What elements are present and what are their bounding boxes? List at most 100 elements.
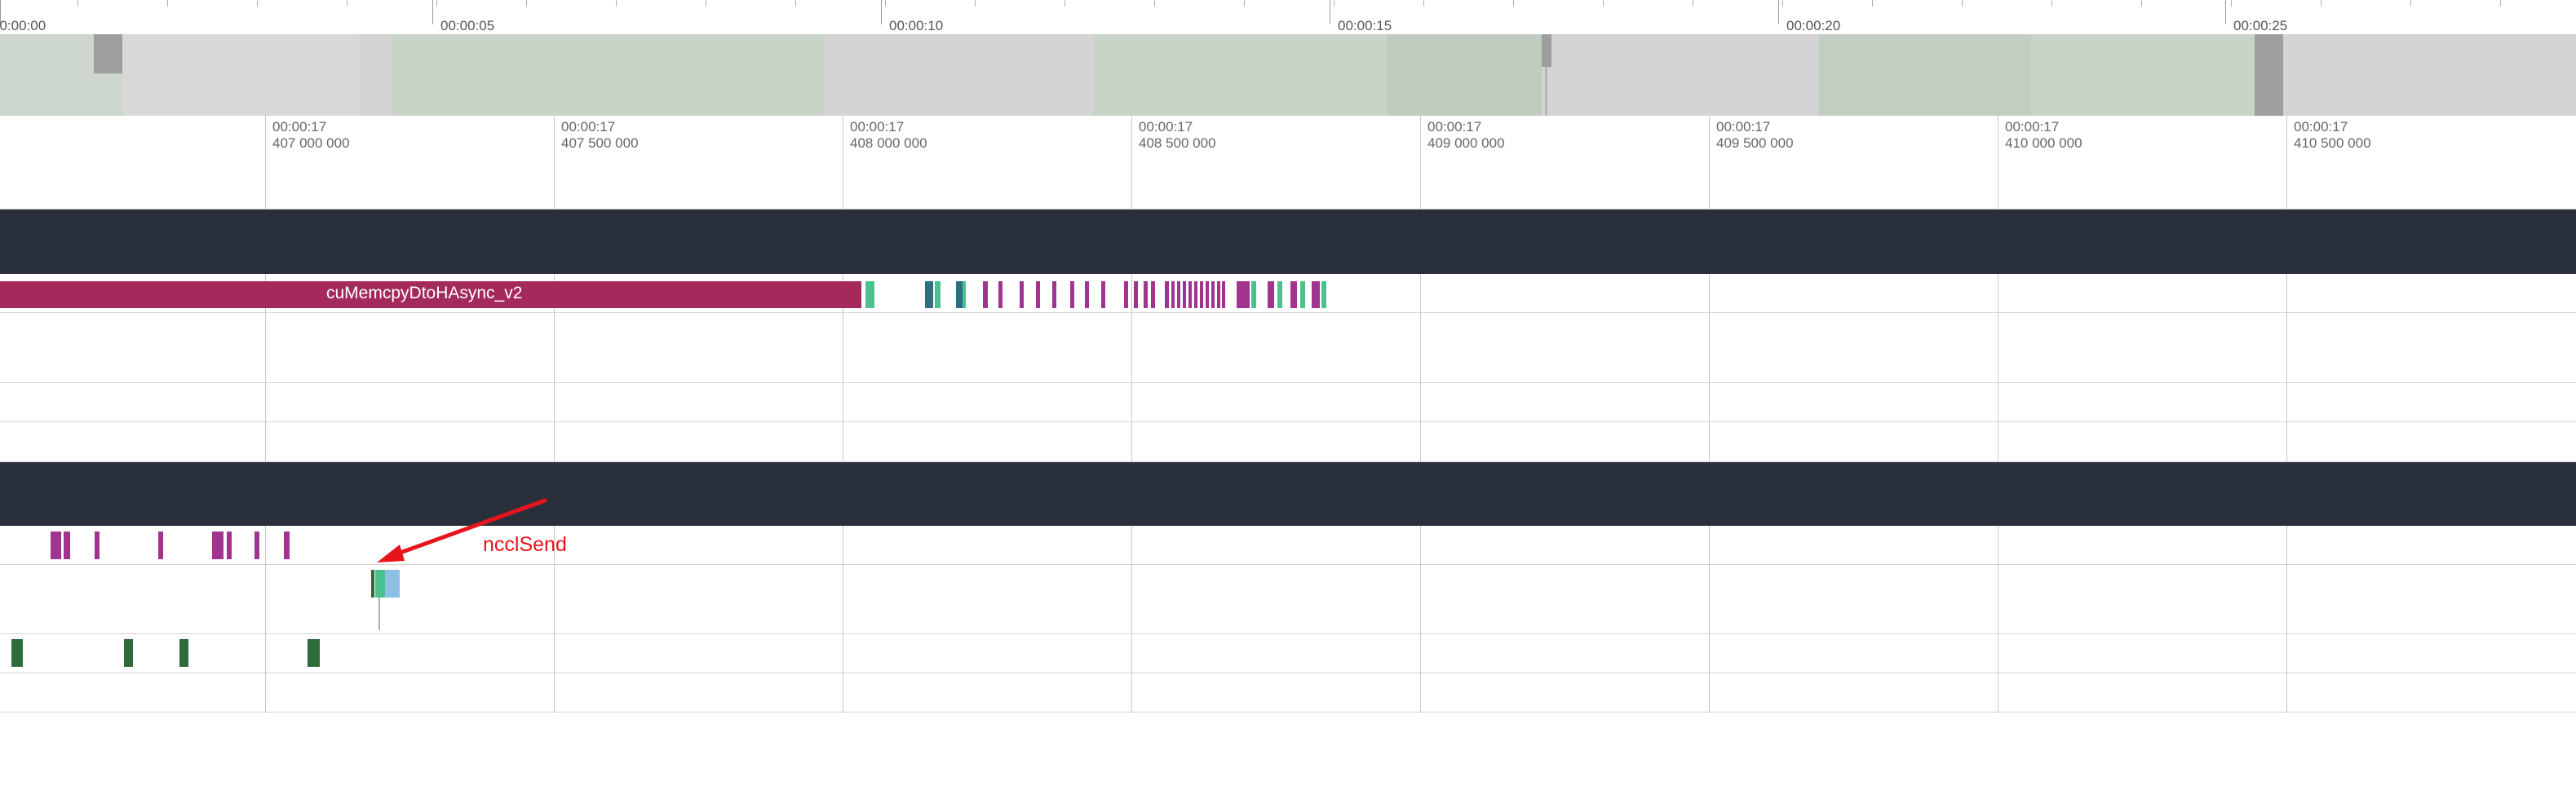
overview-ruler-tick: [885, 0, 886, 7]
cuda-api-event-bar[interactable]: [1312, 281, 1320, 308]
cuda-api-event-bar[interactable]: [963, 281, 966, 308]
cuda-api-event-bar[interactable]: [1151, 281, 1155, 308]
nccl-event-bar[interactable]: [158, 532, 163, 559]
nccl-event-bar[interactable]: [64, 532, 70, 559]
grid-line: [265, 312, 266, 462]
overview-marker: [94, 34, 122, 73]
cuda-api-bar[interactable]: cuMemcpyDtoHAsync_v2: [0, 281, 861, 308]
overview-activity-band: [1387, 34, 1542, 116]
ruler-grid-line: [1420, 116, 1421, 209]
nccl-event-bar[interactable]: [284, 532, 290, 559]
cuda-api-event-bar[interactable]: [1085, 281, 1089, 308]
overview-ruler-tick: [1423, 0, 1424, 7]
cuda-api-event-bar[interactable]: [865, 281, 874, 308]
ruler-grid-line: [1131, 116, 1132, 209]
cuda-api-event-bar[interactable]: [1124, 281, 1128, 308]
overview-ruler-tick: [1154, 0, 1155, 7]
cuda-api-event-bar[interactable]: [1290, 281, 1297, 308]
cuda-api-event-bar[interactable]: [1171, 281, 1175, 308]
nccl-event-bar[interactable]: [227, 532, 232, 559]
cuda-api-event-bar[interactable]: [1020, 281, 1024, 308]
cuda-api-event-bar[interactable]: [1052, 281, 1056, 308]
overview-ruler-major-tick: [432, 0, 433, 24]
cuda-api-event-bar[interactable]: [1268, 281, 1274, 308]
overview-ruler-label: 00:00:20: [1786, 18, 1841, 33]
cuda-api-event-bar[interactable]: [1134, 281, 1138, 308]
grid-line: [2286, 526, 2287, 712]
nccl-event-bar[interactable]: [11, 639, 23, 667]
grid-line: [1420, 274, 1421, 312]
detail-ruler-label: 00:00:17 408 500 000: [1139, 119, 1216, 151]
cuda-api-event-bar[interactable]: [1300, 281, 1305, 308]
cuda-api-bar-label: cuMemcpyDtoHAsync_v2: [326, 284, 523, 302]
overview-ruler-label: 00:00:10: [889, 18, 944, 33]
grid-line: [1131, 274, 1132, 312]
grid-line: [1709, 274, 1710, 312]
nccl-event-bar[interactable]: [95, 532, 100, 559]
row-separator: [0, 461, 2576, 462]
cuda-api-event-bar[interactable]: [998, 281, 1003, 308]
cuda-api-event-bar[interactable]: [1144, 281, 1148, 308]
grid-line: [1131, 526, 1132, 712]
overview-ruler-tick: [1603, 0, 1604, 7]
cuda-api-event-bar[interactable]: [956, 281, 963, 308]
overview-marker: [1542, 34, 1551, 67]
cuda-api-event-bar[interactable]: [1200, 281, 1203, 308]
detail-ruler-label: 00:00:17 409 500 000: [1716, 119, 1794, 151]
nccl-event-bar[interactable]: [212, 532, 224, 559]
cuda-api-event-bar[interactable]: [1237, 281, 1250, 308]
cuda-api-event-bar[interactable]: [1070, 281, 1074, 308]
grid-line: [1420, 312, 1421, 462]
overview-ruler-tick: [77, 0, 78, 7]
cuda-api-event-bar[interactable]: [1183, 281, 1186, 308]
overview-ruler-tick: [1782, 0, 1783, 7]
cuda-api-event-bar[interactable]: [1211, 281, 1215, 308]
cuda-api-event-bar[interactable]: [1194, 281, 1197, 308]
overview-ruler-tick: [1244, 0, 1245, 7]
overview-ruler-major-tick: [1778, 0, 1779, 24]
overview-ruler-tick: [1064, 0, 1065, 7]
overview-ruler-tick: [257, 0, 258, 7]
cuda-api-event-bar[interactable]: [1177, 281, 1180, 308]
ruler-grid-line: [2286, 116, 2287, 209]
overview-marker: [1545, 67, 1547, 116]
detail-ruler-label: 00:00:17 407 500 000: [561, 119, 639, 151]
row-separator: [0, 382, 2576, 383]
nccl-event-bar[interactable]: [179, 639, 188, 667]
overview-ruler-tick: [2410, 0, 2411, 7]
nccl-event-bar[interactable]: [378, 598, 380, 630]
cuda-api-event-bar[interactable]: [1036, 281, 1040, 308]
overview-activity-band: [1819, 34, 2031, 116]
cuda-api-event-bar[interactable]: [925, 281, 933, 308]
cuda-api-event-bar[interactable]: [1165, 281, 1169, 308]
track-header-cuda-api[interactable]: [0, 210, 2576, 274]
nccl-event-bar[interactable]: [51, 532, 61, 559]
cuda-api-event-bar[interactable]: [1101, 281, 1105, 308]
cuda-api-event-bar[interactable]: [983, 281, 988, 308]
nccl-event-bar[interactable]: [308, 639, 320, 667]
cuda-api-event-bar[interactable]: [1321, 281, 1326, 308]
detail-ruler-label: 00:00:17 409 000 000: [1427, 119, 1505, 151]
cuda-api-event-bar[interactable]: [1188, 281, 1192, 308]
cuda-api-event-bar[interactable]: [1222, 281, 1225, 308]
overview-ruler-label: 00:00:00: [0, 18, 46, 33]
overview-ruler-tick: [2500, 0, 2501, 7]
grid-line: [1131, 312, 1132, 462]
detail-ruler-label: 00:00:17 407 000 000: [272, 119, 350, 151]
grid-line: [1709, 526, 1710, 712]
row-separator: [0, 421, 2576, 422]
cuda-api-event-bar[interactable]: [1251, 281, 1256, 308]
nccl-event-bar[interactable]: [255, 532, 259, 559]
detail-time-ruler: 00:00:17 407 000 000 00:00:17 407 500 000…: [0, 116, 2576, 210]
row-separator: [0, 312, 2576, 313]
ruler-grid-line: [265, 116, 266, 209]
cuda-api-event-bar[interactable]: [1206, 281, 1209, 308]
nccl-event-bar[interactable]: [124, 639, 133, 667]
cuda-api-event-bar[interactable]: [1217, 281, 1220, 308]
grid-line: [2286, 312, 2287, 462]
overview-marker: [2255, 34, 2283, 116]
overview-time-ruler: 00:00:00 00:00:05 00:00:10 00:00:15 00:00:20…: [0, 0, 2576, 34]
cuda-api-event-bar[interactable]: [935, 281, 941, 308]
cuda-api-event-bar[interactable]: [1277, 281, 1282, 308]
timeline-overview[interactable]: [0, 34, 2576, 116]
